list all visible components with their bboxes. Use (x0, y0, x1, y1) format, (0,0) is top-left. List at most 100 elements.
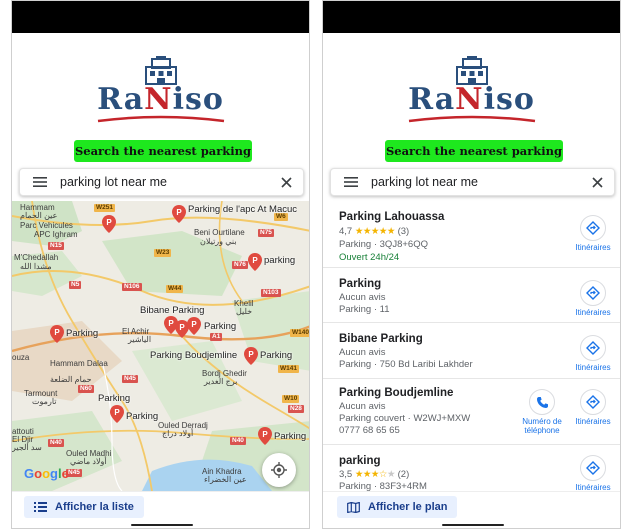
svg-text:P: P (106, 218, 112, 227)
parking-pin-label: Parking (260, 350, 293, 361)
svg-text:P: P (191, 320, 197, 329)
svg-text:P: P (179, 323, 185, 332)
clear-search-icon[interactable] (269, 176, 303, 188)
result-phone: 0777 68 65 65 (339, 425, 400, 436)
result-rating: 3,5 ★★★☆★ (2) (339, 469, 410, 480)
menu-icon[interactable] (331, 177, 371, 187)
result-rating: Aucun avis (339, 347, 386, 358)
map-label: خليل (236, 307, 253, 316)
parking-building-icon (144, 56, 177, 85)
parking-pin-icon[interactable]: P (50, 325, 64, 343)
map-canvas[interactable]: Hammam عين الحمام Parc Vehicules APC Igh… (12, 201, 309, 491)
search-query[interactable]: parking lot near me (371, 175, 580, 189)
app-logo: RaNiso (12, 55, 309, 123)
list-item[interactable]: Parking Boudjemline Aucun avis Parking c… (323, 379, 620, 445)
phone-list-view: RaNiso Search the nearest parking parkin… (322, 0, 621, 529)
directions-icon (586, 221, 600, 235)
map-label: برج الغدير (204, 377, 238, 386)
road-label: W10 (282, 395, 300, 403)
map-label: أولاد ماضي (70, 457, 107, 466)
parking-pin-icon[interactable]: P (110, 405, 124, 423)
result-name: Parking Lahouassa (339, 211, 445, 223)
directions-label: Itinéraires (575, 363, 611, 372)
menu-icon[interactable] (20, 177, 60, 187)
result-details: Parking · 11 (339, 304, 390, 315)
svg-text:P: P (262, 430, 268, 439)
show-map-label: Afficher le plan (368, 501, 448, 513)
home-indicator[interactable] (131, 524, 193, 526)
brand-name: RaNiso (408, 82, 535, 117)
my-location-button[interactable] (262, 453, 296, 487)
map-label: الياشير (128, 335, 152, 344)
svg-text:P: P (176, 208, 182, 217)
results-list[interactable]: Parking Lahouassa 4,7 ★★★★★ (3) Parking … (323, 201, 620, 491)
screenshot-stage: RaNiso Search the nearest parking parkin… (0, 0, 623, 529)
parking-pin-icon[interactable]: P (244, 347, 258, 365)
parking-pin-icon[interactable]: P (187, 317, 201, 335)
search-query[interactable]: parking lot near me (60, 175, 269, 189)
map-label: مشدا الله (20, 262, 52, 271)
parking-pin-label: Bibane Parking (140, 305, 205, 316)
search-nearest-parking-button[interactable]: Search the nearest parking (74, 140, 252, 162)
parking-pin-icon[interactable]: P (258, 427, 272, 445)
svg-text:P: P (114, 408, 120, 417)
directions-icon (586, 341, 600, 355)
parking-pin-label: Parking (98, 393, 131, 404)
result-name: Parking Boudjemline (339, 387, 454, 399)
home-indicator[interactable] (442, 524, 504, 526)
result-details: Parking · 3QJ8+6QQ (339, 239, 428, 250)
directions-button[interactable]: Itinéraires (568, 280, 618, 317)
map-label: سد الجير (12, 443, 42, 452)
bottom-bar: Afficher la liste (12, 491, 309, 528)
show-list-label: Afficher la liste (55, 501, 134, 513)
parking-pin-label: Parking de l'apc At Macuc (188, 204, 298, 215)
parking-pin-label: Parking Boudjemline (150, 350, 238, 361)
show-list-button[interactable]: Afficher la liste (24, 496, 144, 518)
list-item[interactable]: Bibane Parking Aucun avis Parking · 750 … (323, 323, 620, 379)
directions-label: Itinéraires (575, 483, 611, 491)
google-logo: Google (24, 466, 69, 481)
list-item[interactable]: parking 3,5 ★★★☆★ (2) Parking · 83F3+4RM… (323, 445, 620, 491)
list-icon (34, 502, 47, 512)
search-nearest-parking-button[interactable]: Search the nearest parking (385, 140, 563, 162)
directions-button[interactable]: Itinéraires (568, 389, 618, 426)
directions-icon (586, 286, 600, 300)
parking-pin-icon[interactable]: P (172, 205, 186, 223)
map-icon (347, 501, 360, 513)
result-details: Parking couvert · W2WJ+MXW (339, 413, 471, 424)
result-rating: Aucun avis (339, 401, 386, 412)
road-label: N103 (261, 289, 281, 297)
road-label: N75 (258, 229, 274, 237)
show-map-button[interactable]: Afficher le plan (337, 496, 458, 518)
result-details: Parking · 83F3+4RM (339, 481, 427, 491)
call-button[interactable]: Numéro de téléphone (517, 389, 567, 435)
parking-pin-icon[interactable]: P (102, 215, 116, 233)
directions-button[interactable]: Itinéraires (568, 335, 618, 372)
search-bar[interactable]: parking lot near me (19, 168, 304, 196)
road-label: N60 (78, 385, 94, 393)
parking-pin-label: parking (264, 255, 296, 266)
road-label: W141 (278, 365, 299, 373)
road-label: N40 (48, 439, 64, 447)
status-bar (12, 1, 309, 33)
road-label: N28 (288, 405, 304, 413)
parking-pin-label: Parking (274, 431, 307, 442)
map-label: عين الخضراء (204, 475, 247, 484)
parking-building-icon (455, 56, 488, 85)
directions-button[interactable]: Itinéraires (568, 455, 618, 491)
clear-search-icon[interactable] (580, 176, 614, 188)
list-item[interactable]: Parking Aucun avis Parking · 11 Itinérai… (323, 268, 620, 323)
parking-pin-icon[interactable]: P (248, 253, 262, 271)
search-bar[interactable]: parking lot near me (330, 168, 615, 196)
road-label: N45 (122, 375, 138, 383)
directions-label: Itinéraires (575, 243, 611, 252)
parking-pin-label: Parking (66, 328, 99, 339)
directions-button[interactable]: Itinéraires (568, 215, 618, 252)
bottom-bar: Afficher le plan (323, 491, 620, 528)
map-label: Beni Ourtilane (194, 228, 245, 237)
result-name: parking (339, 455, 381, 467)
list-item[interactable]: Parking Lahouassa 4,7 ★★★★★ (3) Parking … (323, 201, 620, 268)
directions-label: Itinéraires (575, 308, 611, 317)
map-label: عين الحمام (20, 211, 58, 220)
status-bar (323, 1, 620, 33)
